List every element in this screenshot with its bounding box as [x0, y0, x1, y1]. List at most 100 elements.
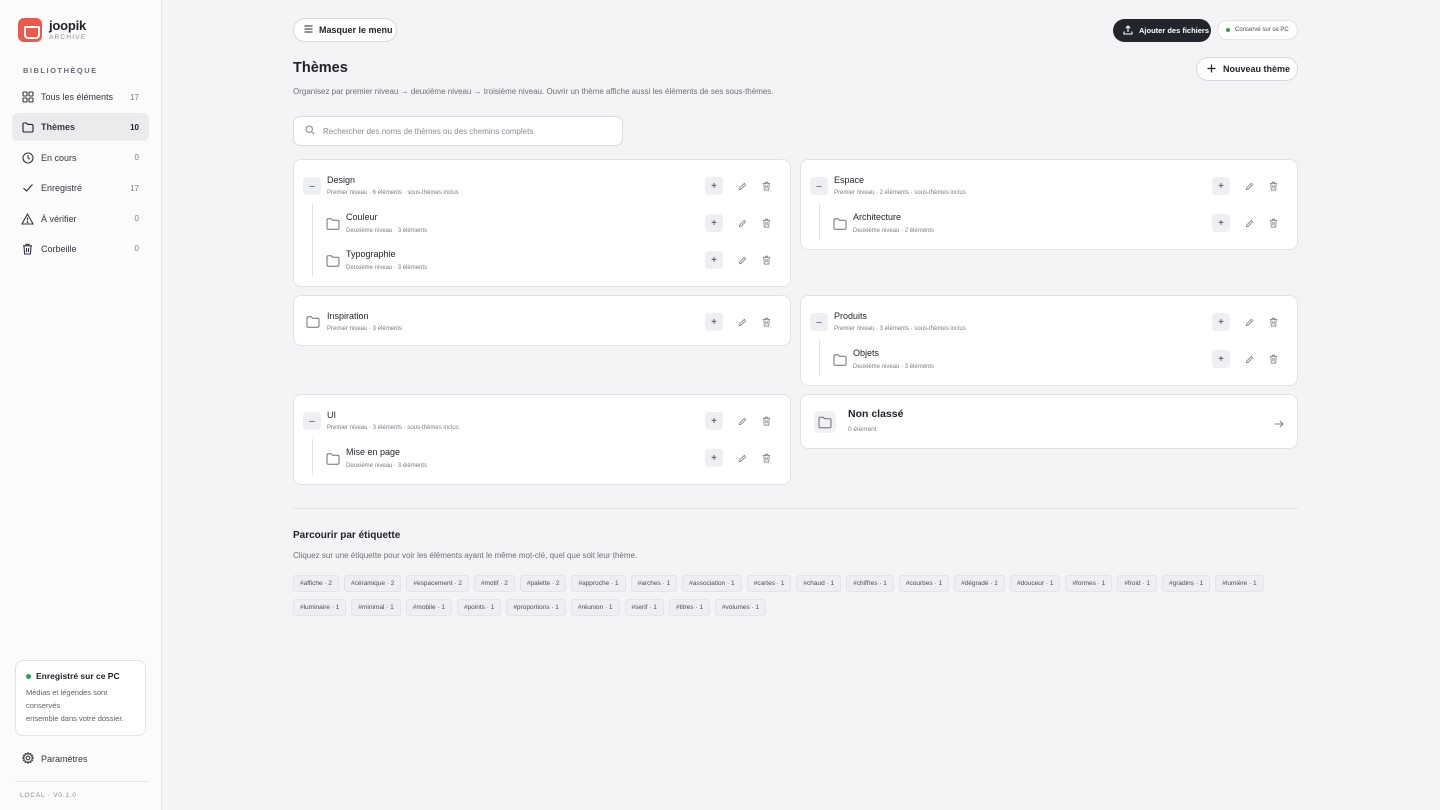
trash-icon[interactable] [759, 216, 773, 230]
pencil-icon[interactable] [735, 216, 749, 230]
theme-row-couleur[interactable]: Couleur Deuxième niveau · 3 éléments + [294, 208, 790, 238]
sidebar-item-all[interactable]: Tous les éléments 17 [12, 83, 149, 111]
pencil-icon[interactable] [735, 253, 749, 267]
pencil-icon[interactable] [735, 451, 749, 465]
tag-chip[interactable]: #proportions · 1 [506, 599, 566, 616]
collapse-toggle-button[interactable]: – [810, 177, 828, 195]
unclassified-meta: 0 élément [848, 426, 877, 433]
tag-chip[interactable]: #arches · 1 [630, 575, 678, 592]
add-subtheme-button[interactable]: + [705, 313, 723, 331]
tag-chip[interactable]: #chiffres · 1 [846, 575, 894, 592]
tag-chip[interactable]: #lumière · 1 [1215, 575, 1264, 592]
tag-chip[interactable]: #luminaire · 1 [293, 599, 347, 616]
pencil-icon[interactable] [1242, 352, 1256, 366]
settings-link[interactable]: Paramètres [21, 751, 88, 766]
pencil-icon[interactable] [735, 315, 749, 329]
theme-row-objets[interactable]: Objets Deuxième niveau · 3 éléments + [801, 344, 1297, 374]
add-subtheme-button[interactable]: + [1212, 313, 1230, 331]
tag-chip[interactable]: #chaud · 1 [796, 575, 842, 592]
theme-search-box[interactable] [293, 116, 623, 146]
add-subtheme-button[interactable]: + [1212, 350, 1230, 368]
tag-chip[interactable]: #froid · 1 [1117, 575, 1157, 592]
folder-icon [21, 121, 34, 134]
sidebar-item-trash[interactable]: Corbeille 0 [12, 235, 149, 263]
collapse-toggle-button[interactable]: – [303, 177, 321, 195]
tag-chip[interactable]: #affiche · 2 [293, 575, 340, 592]
pencil-icon[interactable] [1242, 315, 1256, 329]
theme-row-produits[interactable]: – Produits Premier niveau · 3 éléments ·… [801, 307, 1297, 337]
add-subtheme-button[interactable]: + [1212, 177, 1230, 195]
collapse-toggle-button[interactable]: – [810, 313, 828, 331]
pencil-icon[interactable] [1242, 216, 1256, 230]
section-divider [293, 508, 1298, 509]
trash-icon[interactable] [759, 414, 773, 428]
pencil-icon[interactable] [735, 414, 749, 428]
add-subtheme-button[interactable]: + [705, 177, 723, 195]
tag-chip[interactable]: #espacement · 2 [406, 575, 469, 592]
theme-name: Produits [834, 311, 868, 321]
trash-icon[interactable] [759, 451, 773, 465]
tag-chip[interactable]: #cartes · 1 [746, 575, 792, 592]
sidebar-item-in-progress[interactable]: En cours 0 [12, 144, 149, 172]
tag-chip[interactable]: #motif · 2 [473, 575, 515, 592]
tag-chip[interactable]: #douceur · 1 [1009, 575, 1061, 592]
toggle-menu-button[interactable]: Masquer le menu [293, 18, 397, 42]
tag-chip[interactable]: #dégradé · 1 [954, 575, 1005, 592]
sidebar-item-to-review[interactable]: À vérifier 0 [12, 205, 149, 233]
tag-chip[interactable]: #mobile · 1 [405, 599, 452, 616]
plus-icon [1207, 64, 1216, 75]
theme-row-mise-en-page[interactable]: Mise en page Deuxième niveau · 3 élément… [294, 443, 790, 473]
trash-icon[interactable] [759, 315, 773, 329]
tag-chip[interactable]: #formes · 1 [1065, 575, 1113, 592]
trash-icon[interactable] [759, 253, 773, 267]
unclassified-title: Non classé [848, 408, 904, 420]
new-theme-button[interactable]: Nouveau thème [1196, 57, 1298, 81]
folder-icon [814, 411, 836, 433]
trash-icon[interactable] [1266, 315, 1280, 329]
sidebar-item-themes[interactable]: Thèmes 10 [12, 113, 149, 142]
menu-icon [304, 25, 313, 35]
sidebar-item-saved[interactable]: Enregistré 17 [12, 174, 149, 202]
local-save-card: Enregistré sur ce PC Médias et légendes … [15, 660, 146, 736]
brand[interactable]: joopik ARCHIVE [18, 18, 86, 42]
folder-icon [306, 315, 320, 329]
search-icon [305, 122, 315, 140]
search-input[interactable] [323, 126, 613, 136]
tag-chip[interactable]: #courbes · 1 [898, 575, 950, 592]
tag-chip[interactable]: #céramique · 2 [344, 575, 402, 592]
tag-chip[interactable]: #association · 1 [682, 575, 742, 592]
pencil-icon[interactable] [735, 179, 749, 193]
tag-chip[interactable]: #palette · 2 [519, 575, 567, 592]
brand-sub: ARCHIVE [49, 33, 87, 41]
unclassified-card[interactable]: Non classé 0 élément [800, 394, 1298, 449]
tag-chip[interactable]: #réunion · 1 [570, 599, 620, 616]
tag-chip[interactable]: #points · 1 [456, 599, 502, 616]
tag-chip[interactable]: #volumes · 1 [714, 599, 767, 616]
add-subtheme-button[interactable]: + [1212, 214, 1230, 232]
tag-chip[interactable]: #serif · 1 [624, 599, 664, 616]
trash-icon[interactable] [1266, 179, 1280, 193]
sidebar-item-label: Enregistré [41, 183, 83, 194]
add-files-button[interactable]: Ajouter des fichiers [1113, 19, 1211, 42]
collapse-toggle-button[interactable]: – [303, 412, 321, 430]
tags-section-description: Cliquez sur une étiquette pour voir les … [293, 551, 638, 560]
theme-row-architecture[interactable]: Architecture Deuxième niveau · 2 élément… [801, 208, 1297, 238]
theme-row-ui[interactable]: – UI Premier niveau · 3 éléments · sous-… [294, 406, 790, 436]
add-subtheme-button[interactable]: + [705, 412, 723, 430]
pencil-icon[interactable] [1242, 179, 1256, 193]
theme-row-espace[interactable]: – Espace Premier niveau · 2 éléments · s… [801, 171, 1297, 201]
tag-chip[interactable]: #approche · 1 [571, 575, 626, 592]
trash-icon[interactable] [1266, 216, 1280, 230]
tag-chip[interactable]: #titres · 1 [668, 599, 710, 616]
trash-icon[interactable] [1266, 352, 1280, 366]
joopik-logo-icon [18, 18, 42, 42]
add-subtheme-button[interactable]: + [705, 251, 723, 269]
tag-chip[interactable]: #minimal · 1 [351, 599, 401, 616]
add-subtheme-button[interactable]: + [705, 449, 723, 467]
tag-chip[interactable]: #gradins · 1 [1161, 575, 1211, 592]
trash-icon[interactable] [759, 179, 773, 193]
add-subtheme-button[interactable]: + [705, 214, 723, 232]
theme-row-design[interactable]: – Design Premier niveau · 6 éléments · s… [294, 171, 790, 201]
theme-row-inspiration[interactable]: Inspiration Premier niveau · 3 éléments … [294, 307, 790, 337]
theme-row-typographie[interactable]: Typographie Deuxième niveau · 3 éléments… [294, 245, 790, 275]
